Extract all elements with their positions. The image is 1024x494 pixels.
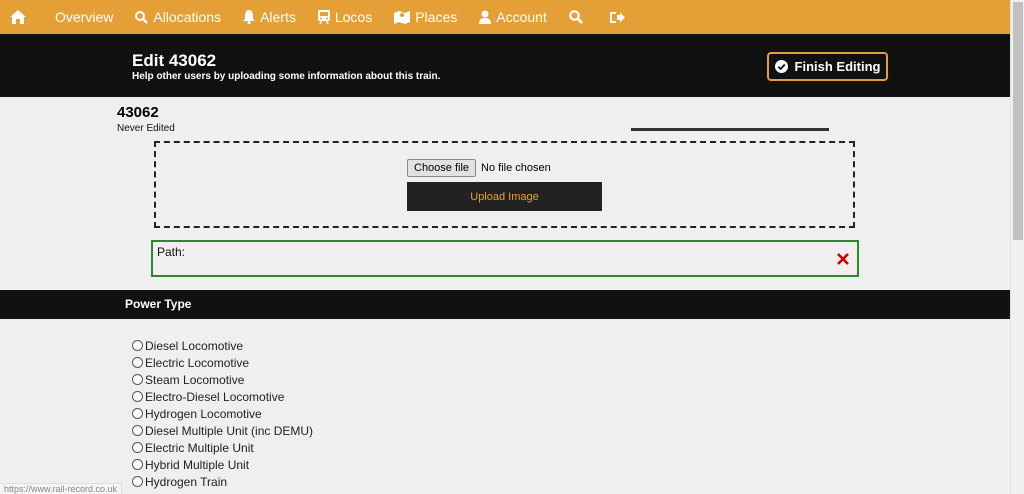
scrollbar[interactable] [1010,0,1024,494]
option-steam-locomotive[interactable]: Steam Locomotive [132,371,313,388]
option-electric-multiple-unit[interactable]: Electric Multiple Unit [132,439,313,456]
radio-button[interactable] [132,391,143,402]
option-hydrogen-locomotive[interactable]: Hydrogen Locomotive [132,405,313,422]
section-title: Power Type [125,297,192,311]
radio-button[interactable] [132,425,143,436]
status-url: https://www.rail-record.co.uk [0,483,123,494]
option-label: Steam Locomotive [145,372,245,387]
radio-button[interactable] [132,408,143,419]
nav-places-label: Places [415,9,458,25]
option-label: Hydrogen Locomotive [145,406,262,421]
user-icon [479,10,492,24]
path-label: Path: [157,245,186,259]
progress-bar [631,128,829,131]
upload-image-button[interactable]: Upload Image [407,182,602,211]
option-diesel-locomotive[interactable]: Diesel Locomotive [132,337,313,354]
nav-account-label: Account [496,9,547,25]
page-subtitle: Help other users by uploading some infor… [132,71,441,82]
option-label: Diesel Locomotive [145,338,244,353]
option-label: Electric Multiple Unit [145,440,254,455]
scroll-thumb[interactable] [1013,2,1023,240]
train-icon [317,10,330,24]
file-picker: Choose file No file chosen [407,159,551,177]
image-dropzone[interactable]: Choose file No file chosen Upload Image [154,141,855,228]
check-circle-icon [774,60,788,73]
nav-home[interactable] [10,0,31,34]
nav-overview-label: Overview [55,9,114,25]
option-label: Hybrid Multiple Unit [145,457,250,472]
power-type-header: Power Type [0,290,1010,319]
map-icon [394,11,411,24]
option-label: Hydrogen Train [145,474,228,489]
loco-number: 43062 [117,104,159,121]
top-nav: Overview Allocations Alerts Locos Places… [0,0,1010,34]
nav-locos-label: Locos [334,9,373,25]
option-label: Diesel Multiple Unit (inc DEMU) [145,423,314,438]
nav-allocations-label: Allocations [153,9,222,25]
choose-file-button[interactable]: Choose file [407,159,477,177]
file-status-text: No file chosen [481,162,551,174]
home-icon [10,10,26,24]
nav-locos[interactable]: Locos [317,0,373,34]
option-electric-locomotive[interactable]: Electric Locomotive [132,354,313,371]
nav-allocations[interactable]: Allocations [135,0,221,34]
option-electro-diesel-locomotive[interactable]: Electro-Diesel Locomotive [132,388,313,405]
radio-button[interactable] [132,340,143,351]
option-label: Electric Locomotive [145,355,250,370]
option-label: Electro-Diesel Locomotive [145,389,285,404]
radio-button[interactable] [132,442,143,453]
close-icon [837,253,849,265]
remove-path-button[interactable] [837,252,849,270]
page-title: Edit 43062 [132,51,217,70]
radio-button[interactable] [132,459,143,470]
nav-alerts[interactable]: Alerts [243,0,296,34]
search-icon [135,10,149,24]
nav-search[interactable] [569,0,588,34]
option-hybrid-multiple-unit[interactable]: Hybrid Multiple Unit [132,456,313,473]
power-type-options: Diesel Locomotive Electric Locomotive St… [132,337,313,490]
logout-icon [609,11,625,23]
finish-editing-button[interactable]: Finish Editing [767,52,888,81]
search-icon [569,10,583,24]
bell-icon [243,10,256,24]
nav-alerts-label: Alerts [260,9,296,25]
progress-fill [631,128,829,131]
radio-button[interactable] [132,476,143,487]
finish-editing-label: Finish Editing [794,59,881,74]
option-hydrogen-train[interactable]: Hydrogen Train [132,473,313,490]
nav-logout[interactable] [609,0,630,34]
nav-places[interactable]: Places [394,0,457,34]
nav-overview[interactable]: Overview [55,0,113,34]
option-diesel-multiple-unit[interactable]: Diesel Multiple Unit (inc DEMU) [132,422,313,439]
edit-status: Never Edited [117,123,175,134]
nav-account[interactable]: Account [479,0,547,34]
edit-header: Edit 43062 Help other users by uploading… [0,34,1010,97]
radio-button[interactable] [132,357,143,368]
radio-button[interactable] [132,374,143,385]
path-box: Path: [151,240,859,277]
